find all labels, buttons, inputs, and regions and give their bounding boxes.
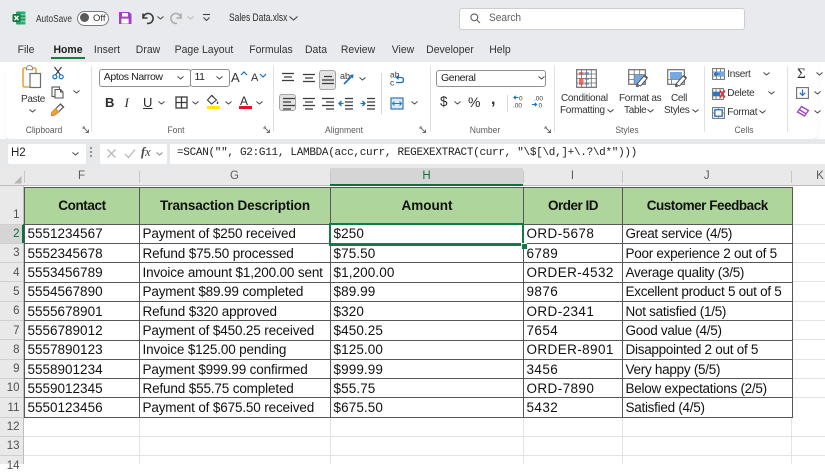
svg-text:0: 0 (519, 96, 523, 103)
svg-text:.00: .00 (513, 103, 522, 109)
svg-text:.00: .00 (534, 96, 543, 103)
svg-text:0: 0 (539, 103, 543, 109)
